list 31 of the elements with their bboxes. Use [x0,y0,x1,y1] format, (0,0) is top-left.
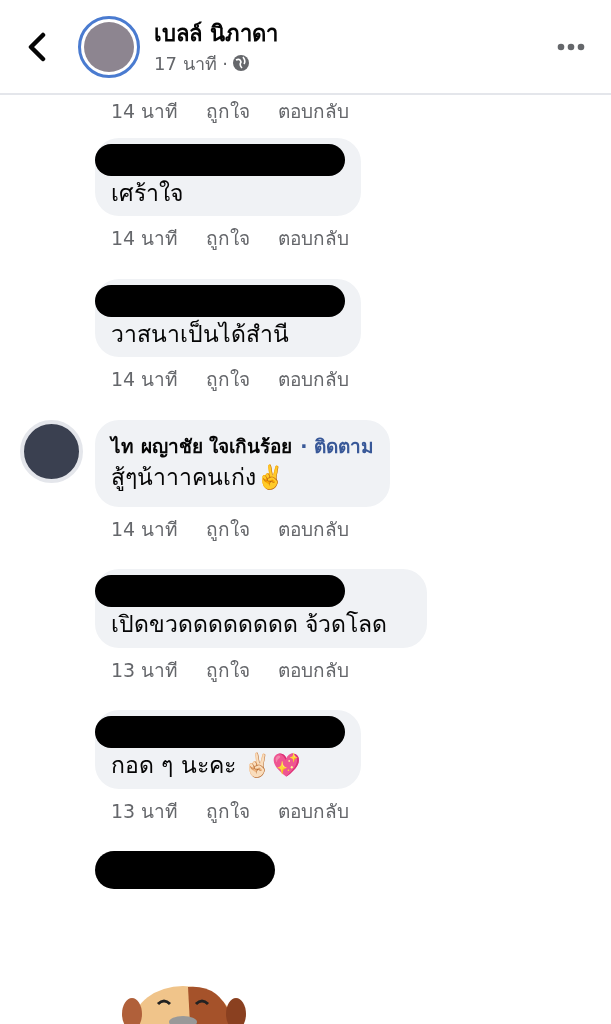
comment-time: 14 นาที [111,516,179,542]
more-icon[interactable] [557,42,585,51]
reply-link[interactable]: ตอบกลับ [278,224,350,253]
follow-link[interactable]: · ติดตาม [300,431,375,460]
comment-text: เปิดขวดดดดดดดด จ้วดโลด [111,610,389,639]
comment-time: 13 นาที [111,798,179,824]
like-link[interactable]: ถูกใจ [206,97,251,126]
reply-link[interactable]: ตอบกลับ [278,97,350,126]
comment-text: กอด ๆ นะคะ ✌🏻💖 [111,751,302,780]
profile-avatar[interactable] [78,15,140,78]
comment-time: 14 นาที [111,99,179,124]
like-link[interactable]: ถูกใจ [206,224,251,253]
comment-time: 14 นาที [111,367,179,392]
post-time: 17 นาที · [154,51,229,76]
commenter-name[interactable]: ไท ผญาชัย ใจเกินร้อย [111,431,293,460]
profile-name[interactable]: เบลล์ นิภาดา [154,16,557,50]
back-icon[interactable] [26,31,48,62]
reply-link[interactable]: ตอบกลับ [278,796,350,825]
like-link[interactable]: ถูกใจ [206,365,251,394]
reply-link[interactable]: ตอบกลับ [278,514,350,543]
comment-text: สู้ๆน้าาาคนเก่ง✌ [111,463,286,493]
comment-text: เศร้าใจ [111,178,184,208]
globe-icon [232,54,251,72]
reply-link[interactable]: ตอบกลับ [278,655,350,684]
comment-text: วาสนาเป็นได้สำนี [111,318,290,349]
like-link[interactable]: ถูกใจ [206,655,251,684]
like-link[interactable]: ถูกใจ [206,514,251,543]
like-link[interactable]: ถูกใจ [206,796,251,825]
comment-time: 13 นาที [111,657,179,683]
reply-link[interactable]: ตอบกลับ [278,365,350,394]
comment-time: 14 นาที [111,226,179,251]
